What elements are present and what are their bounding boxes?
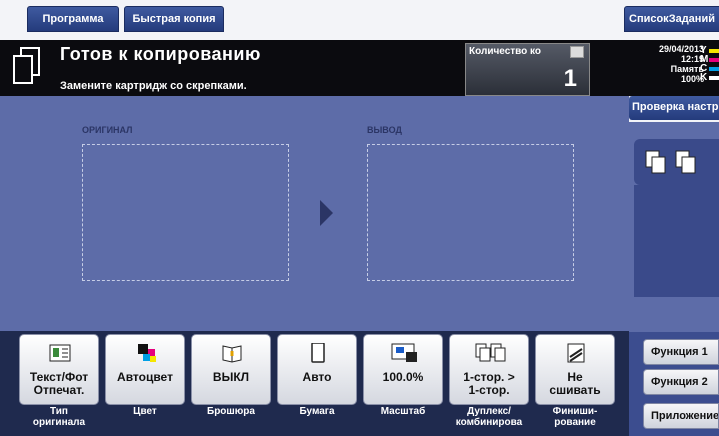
status-title: Готов к копированию: [60, 44, 261, 64]
application-button[interactable]: Приложение: [643, 403, 719, 429]
copy-count-value: 1: [563, 65, 577, 92]
memory-value: 100%: [680, 74, 704, 84]
toner-bar: [709, 76, 719, 80]
paper-button[interactable]: Авто: [277, 334, 357, 405]
paper-icon: [311, 343, 325, 363]
keypad-icon[interactable]: [570, 46, 584, 58]
duplex-pages-icon: [645, 150, 696, 174]
right-preview-body: [634, 185, 719, 297]
duplex-button[interactable]: 1-стор. > 1-стор.: [449, 334, 529, 405]
status-message: Замените картридж со скрепками.: [60, 80, 247, 92]
toner-bar: [709, 58, 719, 62]
top-tab-bar: Программа Быстрая копия СписокЗаданий: [0, 0, 719, 40]
copy-count-box[interactable]: Количество ко 1: [465, 43, 590, 96]
original-type-caption: Тип оригинала: [32, 406, 86, 428]
original-preview: [82, 144, 289, 281]
toner-bar: [709, 67, 719, 71]
color-value: Автоцвет: [117, 370, 173, 384]
original-type-button[interactable]: Текст/Фот Отпечат.: [19, 334, 99, 405]
device-meta: 29/04/2013 12:19 Память 100%: [624, 44, 704, 84]
right-panel: Проверка настро Функция 1 Функция 2 Прил…: [629, 96, 719, 436]
toner-letter: K: [700, 72, 708, 83]
copy-preview-area: ОРИГИНАЛ ВЫВОД: [0, 96, 629, 331]
color-icon: [138, 344, 156, 362]
zoom-value: 100.0%: [382, 370, 424, 384]
paper-value: Авто: [302, 370, 332, 384]
zoom-button[interactable]: 100.0%: [363, 334, 443, 405]
toner-black: K: [700, 72, 719, 83]
copy-count-label: Количество ко: [469, 46, 542, 57]
function2-button[interactable]: Функция 2: [643, 369, 719, 395]
function1-button[interactable]: Функция 1: [643, 339, 719, 365]
booklet-value: ВЫКЛ: [212, 370, 250, 384]
finishing-icon: [567, 343, 585, 363]
original-type-value: Текст/Фот Отпечат.: [29, 370, 89, 397]
finishing-button[interactable]: Не сшивать: [535, 334, 615, 405]
memory-label: Память: [670, 64, 704, 74]
toner-levels: Y M C K: [700, 46, 719, 83]
original-type-icon: [49, 344, 71, 362]
output-preview: [367, 144, 574, 281]
date-text: 29/04/2013: [658, 44, 704, 54]
zoom-caption: Масштаб: [380, 406, 426, 417]
tab-quick-copy[interactable]: Быстрая копия: [124, 6, 224, 32]
tab-program[interactable]: Программа: [27, 6, 119, 32]
right-panel-top: Проверка настро: [629, 96, 719, 122]
document-icon: [13, 47, 40, 84]
booklet-button[interactable]: ВЫКЛ: [191, 334, 271, 405]
booklet-caption: Брошюра: [207, 406, 255, 417]
color-button[interactable]: Автоцвет: [105, 334, 185, 405]
tab-job-list[interactable]: СписокЗаданий: [624, 6, 719, 32]
toner-bar: [709, 49, 719, 53]
duplex-icon: [475, 343, 506, 362]
output-label: ВЫВОД: [367, 125, 402, 135]
check-settings-button[interactable]: Проверка настро: [629, 96, 719, 120]
duplex-preview: [634, 139, 719, 185]
duplex-caption: Дуплекс/ комбинирова: [455, 406, 523, 428]
right-preview-area: [629, 122, 719, 332]
zoom-icon: [391, 343, 417, 362]
finishing-value: Не сшивать: [549, 370, 601, 397]
arrow-right-icon: [320, 200, 333, 226]
paper-caption: Бумага: [299, 406, 335, 417]
duplex-value: 1-стор. > 1-стор.: [463, 370, 515, 397]
original-label: ОРИГИНАЛ: [82, 125, 133, 135]
finishing-caption: Финиши- рование: [552, 406, 598, 428]
status-header: Готов к копированию Замените картридж со…: [0, 40, 719, 96]
booklet-icon: [222, 345, 242, 363]
function-bar: Текст/Фот Отпечат. Автоцвет ВЫКЛ Авто 10…: [0, 331, 629, 436]
time-text: 12:19: [680, 54, 704, 64]
color-caption: Цвет: [133, 406, 157, 417]
